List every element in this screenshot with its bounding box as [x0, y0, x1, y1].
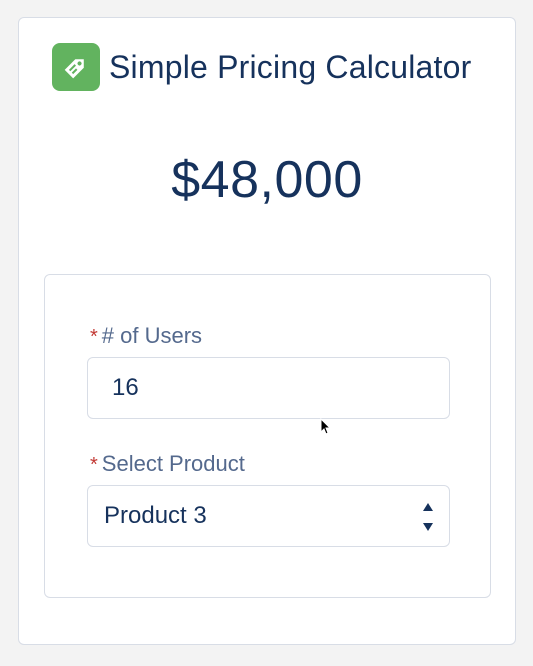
product-select[interactable]: Product 3 — [87, 485, 450, 547]
product-label-text: Select Product — [101, 451, 245, 476]
card-title: Simple Pricing Calculator — [109, 48, 472, 85]
product-label: * Select Product — [90, 451, 245, 477]
users-label-text: # of Users — [101, 323, 203, 348]
total-price: $48,000 — [171, 151, 363, 209]
required-marker: * — [90, 326, 98, 348]
required-marker: * — [90, 454, 98, 476]
price-tag-icon — [52, 43, 100, 91]
pricing-calculator-card: Simple Pricing Calculator $48,000 * # of … — [18, 17, 516, 645]
pricing-form: *# of Users *Select Product Product 3 — [44, 274, 491, 598]
users-input[interactable] — [87, 357, 450, 419]
mouse-cursor-icon — [320, 418, 332, 435]
card-header: Simple Pricing Calculator — [52, 43, 471, 91]
users-label: * # of Users — [90, 323, 202, 349]
select-arrows-icon — [423, 503, 433, 531]
product-select-value: Product 3 — [104, 502, 207, 529]
